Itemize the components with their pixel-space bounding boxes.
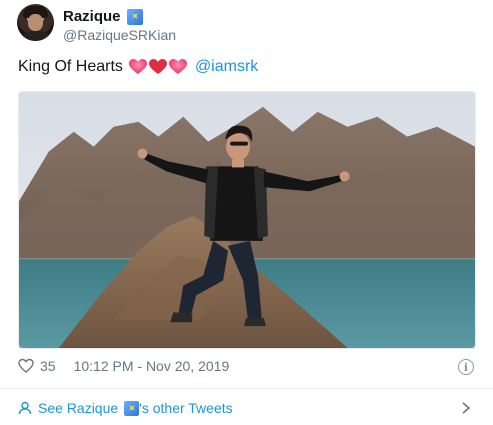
footer-prefix[interactable]: See Razique bbox=[38, 400, 118, 416]
heart-emoji-pink-icon bbox=[128, 59, 147, 75]
person-icon bbox=[18, 401, 32, 415]
divider bbox=[0, 388, 493, 389]
tweet-card: Razique @RaziqueSRKian King Of Hearts @i… bbox=[0, 0, 493, 425]
like-count[interactable]: 35 bbox=[40, 358, 56, 374]
heart-emojis bbox=[128, 59, 187, 75]
heart-outline-icon[interactable] bbox=[18, 358, 34, 374]
footer-suffix[interactable]: 's other Tweets bbox=[139, 400, 232, 416]
star-badge-icon bbox=[124, 400, 140, 416]
info-icon-glyph: i bbox=[463, 360, 469, 374]
display-name[interactable]: Razique bbox=[63, 8, 121, 25]
tweet-text: King Of Hearts @iamsrk bbox=[18, 58, 258, 76]
author-handle[interactable]: @RaziqueSRKian bbox=[63, 27, 176, 43]
timestamp[interactable]: 10:12 PM - Nov 20, 2019 bbox=[74, 358, 230, 374]
tweet-photo[interactable] bbox=[18, 91, 476, 349]
tweet-meta: 35 10:12 PM - Nov 20, 2019 bbox=[18, 358, 229, 374]
heart-emoji-red-icon bbox=[148, 59, 167, 75]
avatar[interactable] bbox=[17, 4, 54, 41]
author-name[interactable]: Razique bbox=[63, 8, 143, 25]
star-badge-icon bbox=[126, 8, 143, 25]
chevron-right-icon[interactable] bbox=[461, 401, 471, 415]
see-other-tweets-link[interactable]: See Razique 's other Tweets bbox=[18, 400, 233, 416]
tweet-body: King Of Hearts bbox=[18, 58, 123, 75]
info-icon[interactable]: i bbox=[458, 359, 474, 375]
mention-link[interactable]: @iamsrk bbox=[195, 58, 258, 76]
heart-emoji-pink-icon bbox=[168, 59, 187, 75]
